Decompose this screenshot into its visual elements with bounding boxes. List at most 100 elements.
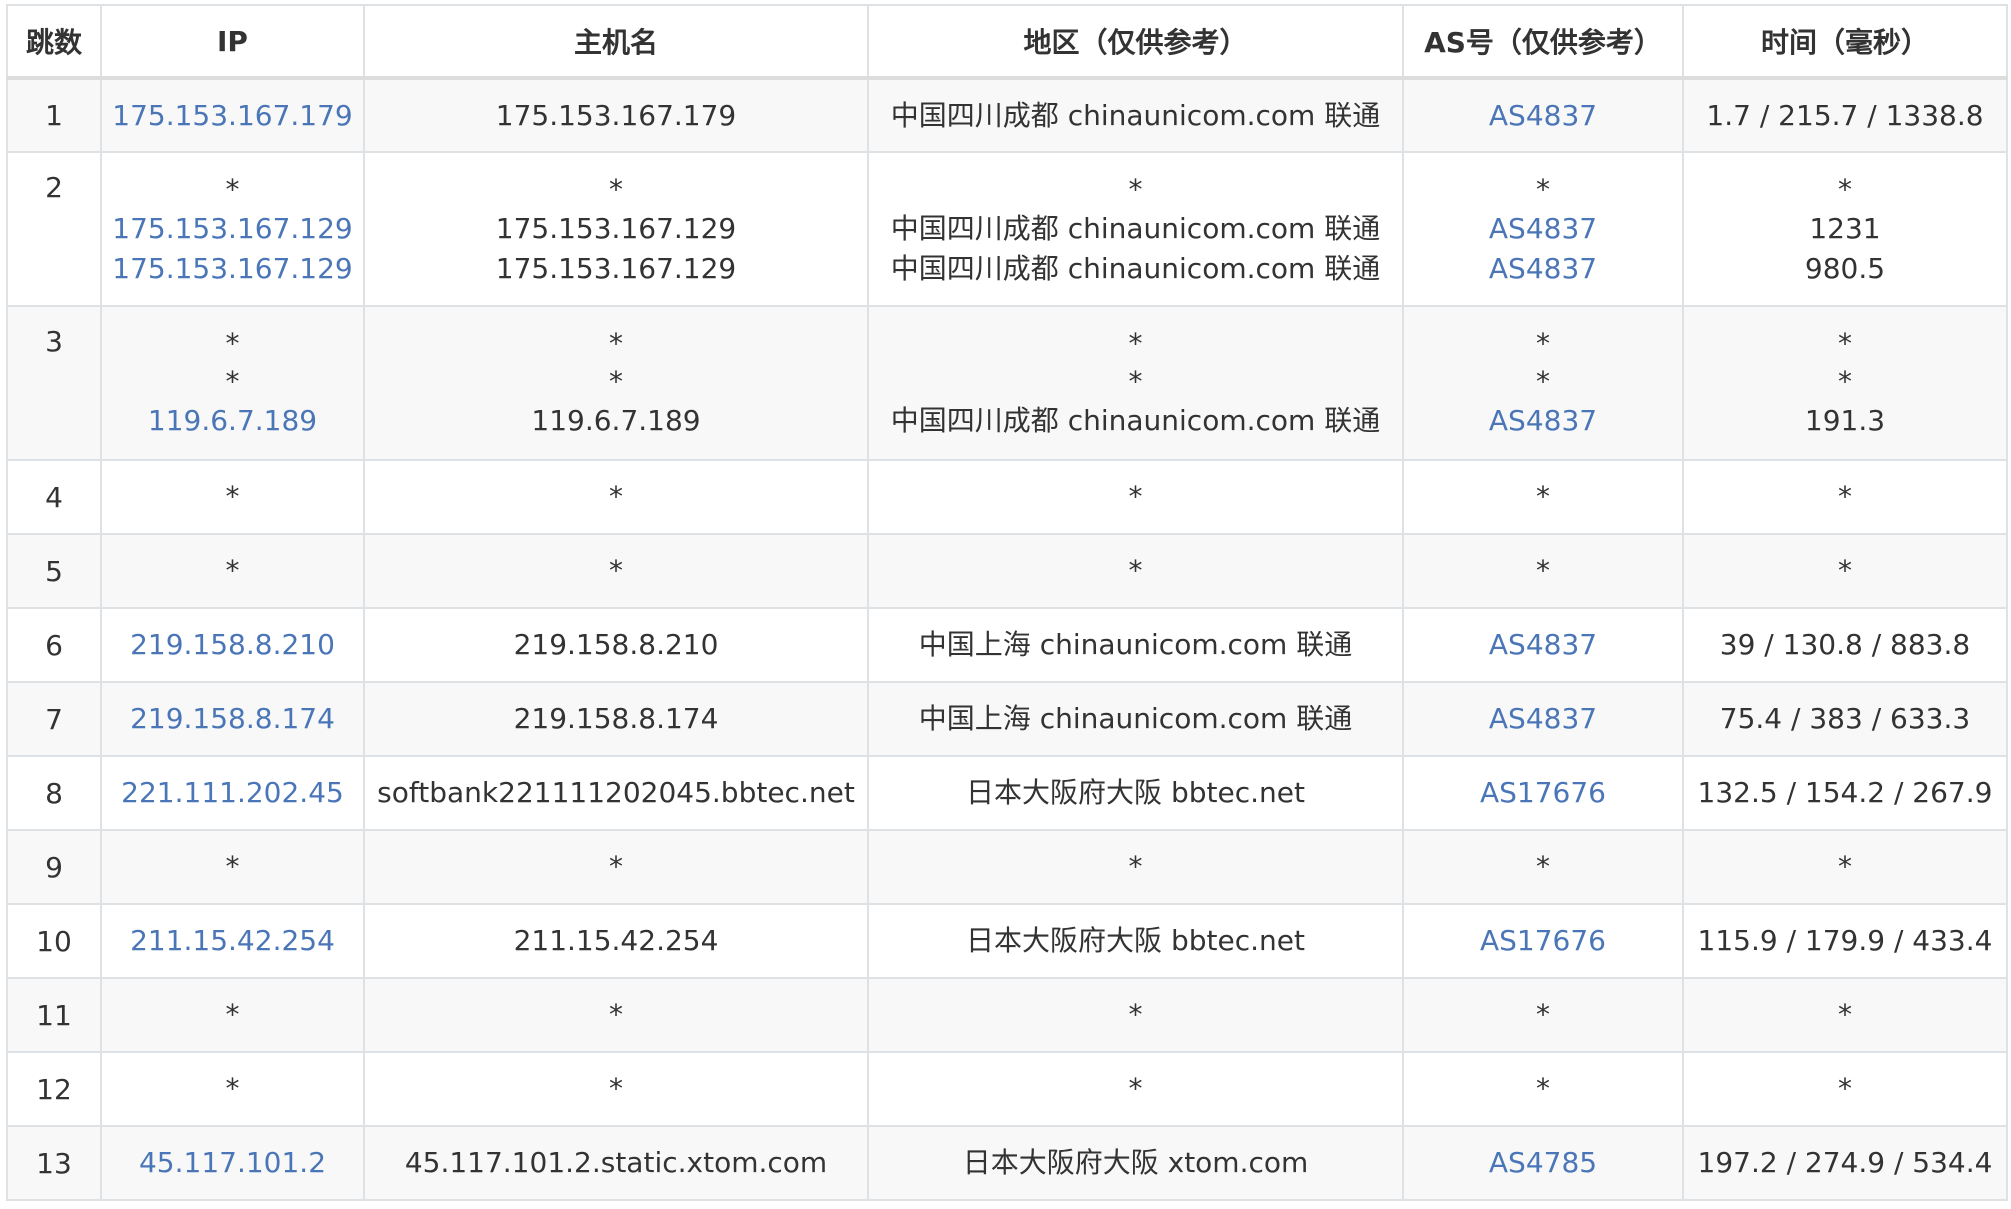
table-row: 6 219.158.8.210 219.158.8.210 中国上海 chinauni… [6,607,2008,683]
header-row: 跳数 IP 主机名 地区（仅供参考） AS号（仅供参考） 时间（毫秒） [6,4,2008,80]
ip-cell: 219.158.8.174 [100,681,365,757]
time-cell: * [1682,533,2008,609]
region-value: 中国上海 chinaunicom.com 联通 [918,702,1353,735]
hop-cell: 4 [6,459,102,535]
traceroute-table-container: 跳数 IP 主机名 地区（仅供参考） AS号（仅供参考） 时间（毫秒） 1 1 75… [6,4,2008,1201]
ip-link[interactable]: 219.158.8.174 [108,699,357,739]
as-number-link[interactable]: AS4837 [1410,96,1676,136]
hop-cell: 6 [6,607,102,683]
ip-link[interactable]: 175.153.167.129 [108,249,357,289]
table-row: 1 175.153.167.179 175.153.167.179 中国四川成都 ch… [6,77,2008,153]
hop-cell: 11 [6,977,102,1053]
as-number-link[interactable]: AS17676 [1410,921,1676,961]
hostname-cell: * [363,1051,869,1127]
ip-cell: * [100,977,365,1053]
as-number-cell: AS4837 [1402,607,1684,683]
ip-value: * [225,173,240,206]
traceroute-table: 跳数 IP 主机名 地区（仅供参考） AS号（仅供参考） 时间（毫秒） 1 1 75… [6,4,2008,1201]
as-number-cell: * * AS4837 [1402,305,1684,461]
table-row: 2 * 175.153.167.129 175.153.167.129 * 175.153… [6,151,2008,307]
ip-cell: * [100,459,365,535]
region-value: 日本大阪府大阪 xtom.com [962,1146,1309,1179]
host-value: 211.15.42.254 [513,924,719,957]
as-number-cell: AS4785 [1402,1125,1684,1201]
host-value: * [609,998,623,1031]
time-cell: 1.7 / 215.7 / 1338.8 [1682,77,2008,153]
region-cell: 中国上海 chinaunicom.com 联通 [867,607,1404,683]
hop-cell: 12 [6,1051,102,1127]
host-value: 219.158.8.210 [513,628,719,661]
time-value: 75.4 / 383 / 633.3 [1719,702,1971,735]
region-cell: * [867,829,1404,905]
hostname-cell: * [363,459,869,535]
header-time: 时间（毫秒） [1682,4,2008,80]
region-value: * [1128,173,1143,206]
as-number-link[interactable]: AS4837 [1410,249,1676,289]
time-cell: 39 / 130.8 / 883.8 [1682,607,2008,683]
hop-cell: 7 [6,681,102,757]
host-value: * [609,850,623,883]
header-as-number: AS号（仅供参考） [1402,4,1684,80]
ip-link[interactable]: 221.111.202.45 [108,773,357,813]
as-number-link[interactable]: AS4837 [1410,209,1676,249]
table-row: 8 221.111.202.45 softbank221111202045.bbte… [6,755,2008,831]
time-value: 197.2 / 274.9 / 534.4 [1697,1146,1993,1179]
ip-link[interactable]: 119.6.7.189 [108,401,357,441]
host-value: * [609,1072,623,1105]
as-number-link[interactable]: AS17676 [1410,773,1676,813]
ip-cell: 219.158.8.210 [100,607,365,683]
ip-link[interactable]: 219.158.8.210 [108,625,357,665]
as-number-link[interactable]: AS4837 [1410,625,1676,665]
host-value: softbank221111202045.bbtec.net [377,776,855,809]
table-row: 3 * * 119.6.7.189 * * 119.6.7.189 * * 中国四川成都 chin… [6,305,2008,461]
time-value: 1231 [1809,212,1881,245]
region-value: * [1128,365,1143,398]
hostname-cell: 175.153.167.179 [363,77,869,153]
as-value: * [1536,327,1550,360]
time-value: * [1838,850,1852,883]
time-value: * [1838,480,1852,513]
ip-value: * [225,365,240,398]
ip-cell: 211.15.42.254 [100,903,365,979]
region-value: 中国上海 chinaunicom.com 联通 [918,628,1353,661]
time-cell: 197.2 / 274.9 / 534.4 [1682,1125,2008,1201]
table-row: 5 * * * * * [6,533,2008,609]
as-value: * [1536,554,1550,587]
table-row: 13 45.117.101.2 45.117.101.2.static.xtom.c… [6,1125,2008,1201]
time-value: 1.7 / 215.7 / 1338.8 [1706,98,1984,132]
region-value: 中国四川成都 chinaunicom.com 联通 [890,404,1381,437]
as-value: * [1536,480,1550,513]
ip-link[interactable]: 211.15.42.254 [108,921,357,961]
table-row: 12 * * * * * [6,1051,2008,1127]
region-value: 中国四川成都 chinaunicom.com 联通 [890,252,1381,285]
ip-link[interactable]: 175.153.167.129 [108,209,357,249]
header-hostname: 主机名 [363,4,869,80]
hop-cell: 9 [6,829,102,905]
region-cell: 中国上海 chinaunicom.com 联通 [867,681,1404,757]
ip-link[interactable]: 45.117.101.2 [108,1143,357,1183]
as-number-link[interactable]: AS4785 [1410,1143,1676,1183]
as-value: * [1536,365,1550,398]
ip-value: * [225,850,240,883]
hop-cell: 10 [6,903,102,979]
time-value: * [1838,1072,1852,1105]
as-number-link[interactable]: AS4837 [1410,699,1676,739]
hostname-cell: * [363,829,869,905]
as-value: * [1536,1072,1550,1105]
ip-cell: * [100,533,365,609]
ip-cell: 175.153.167.179 [100,77,365,153]
as-value: * [1536,998,1550,1031]
time-value: 115.9 / 179.9 / 433.4 [1697,924,1993,957]
time-cell: * [1682,829,2008,905]
hostname-cell: * * 119.6.7.189 [363,305,869,461]
region-value: * [1128,327,1143,360]
ip-link[interactable]: 175.153.167.179 [108,96,357,136]
as-number-cell: AS4837 [1402,77,1684,153]
region-cell: 日本大阪府大阪 xtom.com [867,1125,1404,1201]
time-cell: * [1682,977,2008,1053]
region-value: * [1128,998,1143,1031]
time-value: 980.5 [1804,252,1886,285]
as-number-cell: * [1402,459,1684,535]
as-number-link[interactable]: AS4837 [1410,401,1676,441]
host-value: 175.153.167.179 [495,98,737,132]
